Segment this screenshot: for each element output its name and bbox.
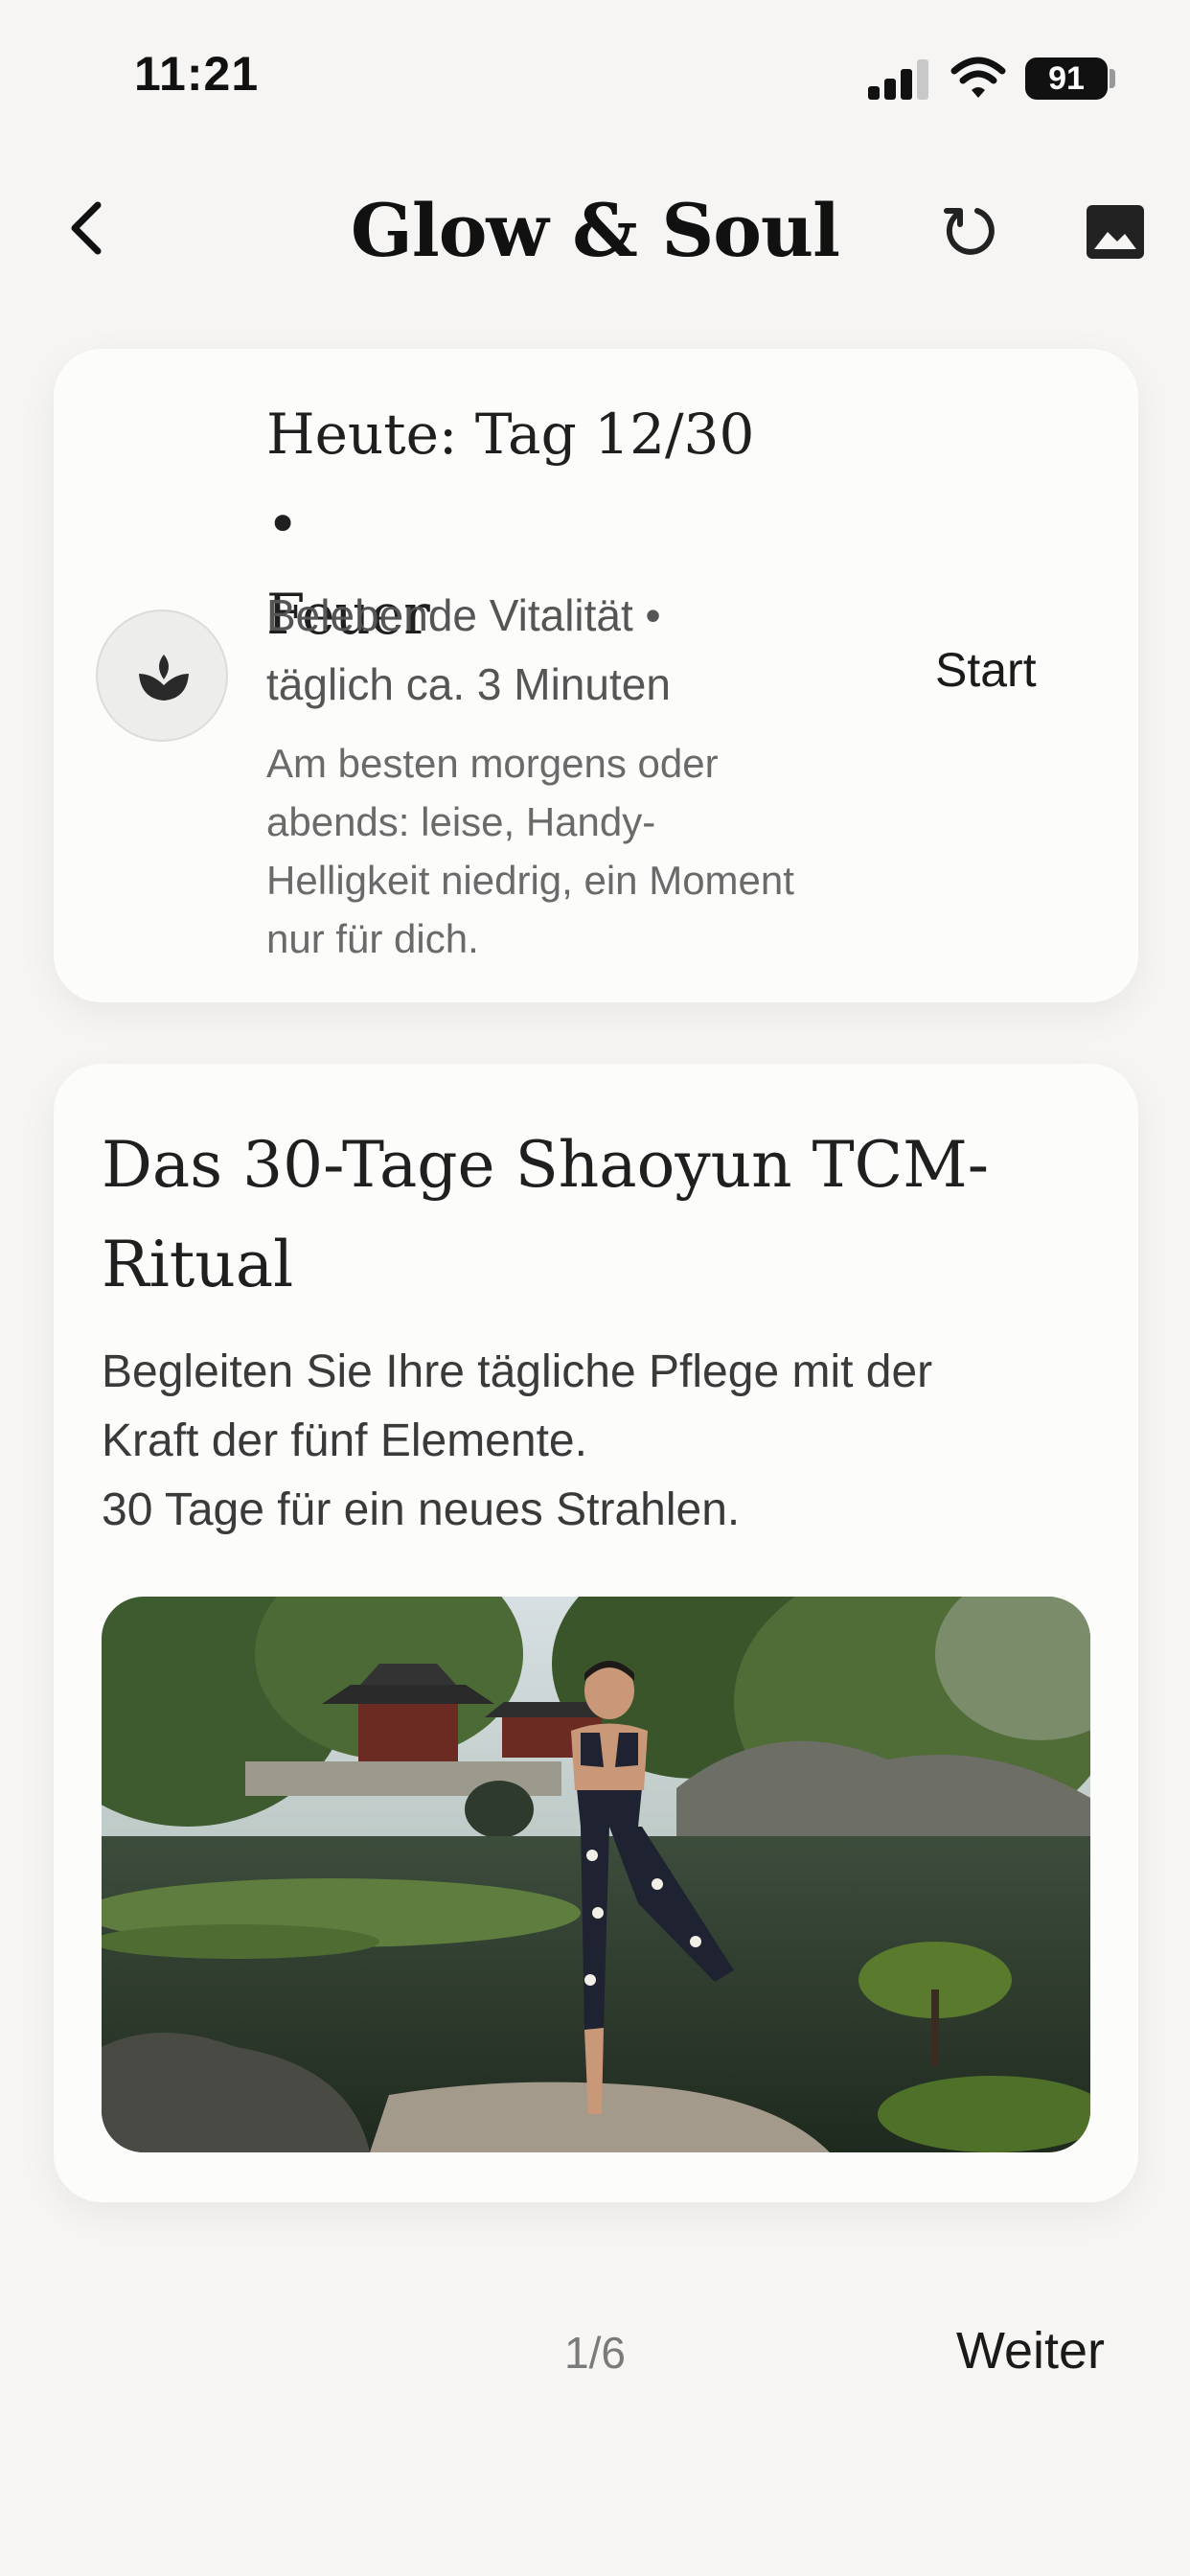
today-note-line: Helligkeit niedrig, ein Moment	[266, 858, 794, 903]
today-heading-line: Heute: Tag 12/30 •	[266, 402, 755, 557]
today-subtitle-line: Belebende Vitalität •	[266, 590, 661, 640]
ritual-photo	[102, 1597, 1090, 2152]
image-icon[interactable]	[1085, 201, 1146, 263]
cellular-signal-icon	[868, 58, 931, 100]
start-button[interactable]: Start	[935, 642, 1037, 698]
ritual-description: Begleiten Sie Ihre tägliche Pflege mit d…	[102, 1338, 1108, 1545]
status-time: 11:21	[134, 47, 260, 101]
battery-tip	[1110, 69, 1115, 88]
today-card[interactable]: Heute: Tag 12/30 • Feuer Belebende Vital…	[54, 349, 1138, 1002]
refresh-icon[interactable]	[937, 197, 1004, 264]
ritual-title: Das 30-Tage Shaoyun TCM- Ritual	[102, 1116, 1079, 1315]
today-duration-line: täglich ca. 3 Minuten	[266, 659, 671, 709]
wifi-icon	[950, 57, 1006, 98]
ritual-description-line: Kraft der fünf Elemente.	[102, 1415, 587, 1466]
nav-header: Glow & Soul	[0, 172, 1190, 288]
ritual-description-line: 30 Tage für ein neues Strahlen.	[102, 1484, 741, 1535]
ritual-title-line: Ritual	[102, 1228, 294, 1301]
today-note-line: Am besten morgens oder	[266, 741, 719, 786]
status-bar: 11:21 91	[0, 0, 1190, 153]
ritual-description-line: Begleiten Sie Ihre tägliche Pflege mit d…	[102, 1346, 933, 1397]
lotus-icon	[139, 655, 189, 701]
battery-indicator: 91	[1025, 58, 1108, 100]
ritual-title-line: Das 30-Tage Shaoyun TCM-	[102, 1128, 990, 1202]
today-note-line: abends: leise, Handy-	[266, 799, 656, 844]
today-note: Am besten morgens oder abends: leise, Ha…	[266, 734, 937, 968]
today-subtitle: Belebende Vitalität • täglich ca. 3 Minu…	[266, 581, 784, 719]
ritual-card: Das 30-Tage Shaoyun TCM- Ritual Begleite…	[54, 1064, 1138, 2202]
next-button[interactable]: Weiter	[956, 2321, 1105, 2380]
app-title: Glow & Soul	[350, 188, 840, 273]
today-note-line: nur für dich.	[266, 916, 479, 961]
lotus-badge	[96, 610, 228, 742]
